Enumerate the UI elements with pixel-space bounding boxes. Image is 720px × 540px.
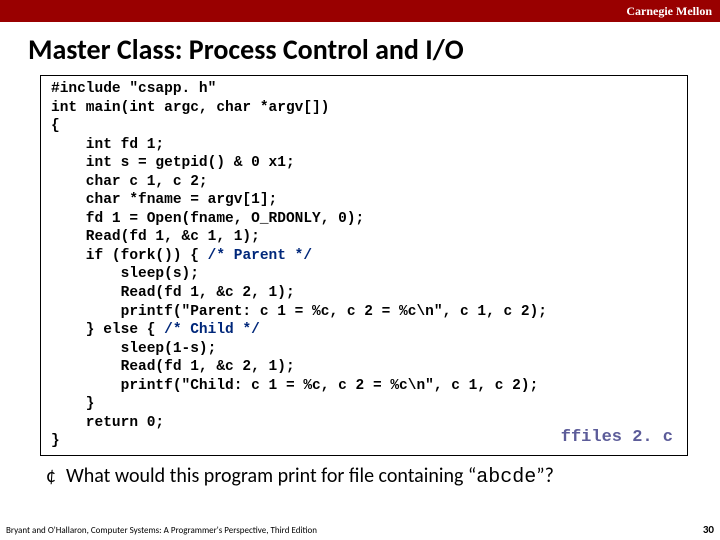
code-line: int fd 1; (51, 136, 677, 155)
brand-label: Carnegie Mellon (626, 4, 712, 19)
code-line: char c 1, c 2; (51, 173, 677, 192)
header-bar: Carnegie Mellon (0, 0, 720, 22)
code-line: } else { /* Child */ (51, 321, 677, 340)
code-line: #include "csapp. h" (51, 80, 677, 99)
code-line: { (51, 117, 677, 136)
code-line: printf("Parent: c 1 = %c, c 2 = %c\n", c… (51, 303, 677, 322)
footer: Bryant and O'Hallaron, Computer Systems:… (6, 523, 714, 536)
bullet-text: What would this program print for file c… (66, 464, 554, 489)
code-line: Read(fd 1, &c 1, 1); (51, 228, 677, 247)
code-line: int s = getpid() & 0 x1; (51, 154, 677, 173)
slide-title: Master Class: Process Control and I/O (28, 32, 720, 67)
code-comment: /* Child */ (164, 322, 260, 338)
inline-code: abcde (476, 466, 536, 489)
footer-citation: Bryant and O'Hallaron, Computer Systems:… (6, 525, 317, 536)
code-line: } (51, 395, 677, 414)
code-line: Read(fd 1, &c 2, 1); (51, 358, 677, 377)
code-line: int main(int argc, char *argv[]) (51, 99, 677, 118)
page-number: 30 (703, 523, 714, 536)
bullet-marker-icon: ¢ (46, 464, 56, 488)
code-line: Read(fd 1, &c 2, 1); (51, 284, 677, 303)
code-line: if (fork()) { /* Parent */ (51, 247, 677, 266)
code-line: printf("Child: c 1 = %c, c 2 = %c\n", c … (51, 377, 677, 396)
code-comment: /* Parent */ (208, 248, 312, 264)
code-line: sleep(1-s); (51, 340, 677, 359)
bullet-row: ¢ What would this program print for file… (46, 464, 692, 489)
source-filename: ffiles 2. c (561, 427, 673, 449)
code-line: fd 1 = Open(fname, O_RDONLY, 0); (51, 210, 677, 229)
code-box: #include "csapp. h" int main(int argc, c… (40, 75, 688, 456)
code-line: char *fname = argv[1]; (51, 191, 677, 210)
code-line: sleep(s); (51, 265, 677, 284)
